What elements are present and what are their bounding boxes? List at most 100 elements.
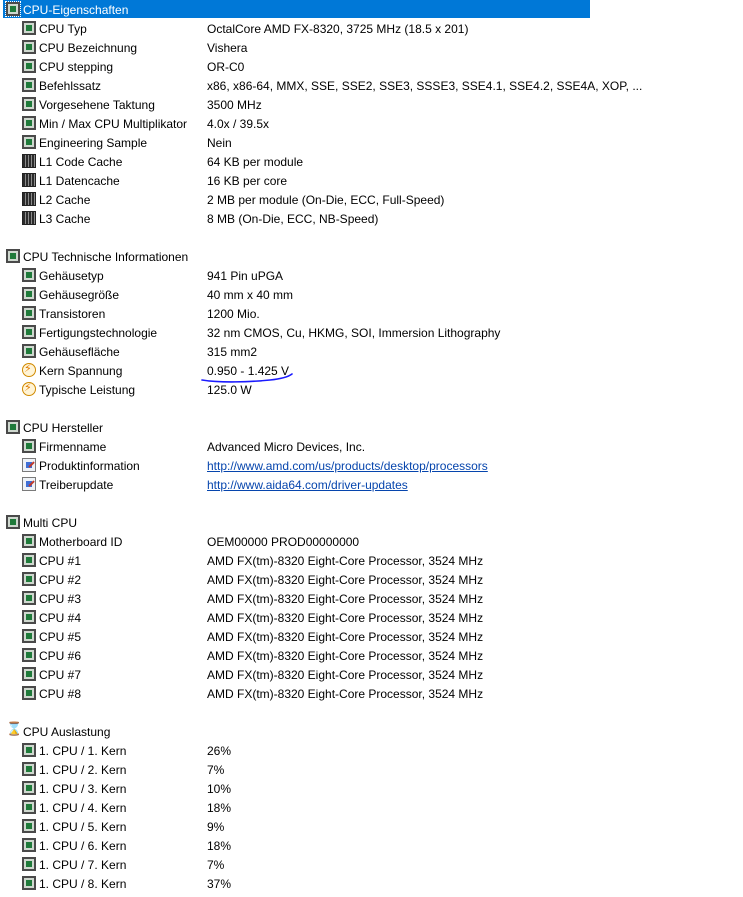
section-cpu-technische-informationen[interactable]: CPU Technische Informationen	[0, 247, 743, 266]
row-l1-datencache[interactable]: L1 Datencache 16 KB per core	[0, 171, 743, 190]
row-cpu-6[interactable]: CPU #6 AMD FX(tm)-8320 Eight-Core Process…	[0, 646, 743, 665]
property-value: AMD FX(tm)-8320 Eight-Core Processor, 35…	[207, 630, 484, 644]
property-value: AMD FX(tm)-8320 Eight-Core Processor, 35…	[207, 554, 484, 568]
handwritten-underline-annotation	[201, 373, 293, 383]
row-cpu-typ[interactable]: CPU Typ OctalCore AMD FX-8320, 3725 MHz (…	[0, 19, 743, 38]
property-label: CPU Bezeichnung	[39, 41, 138, 55]
property-label: L1 Code Cache	[39, 155, 123, 169]
property-label: Produktinformation	[39, 459, 140, 473]
row-gehaeusegroesse[interactable]: Gehäusegröße 40 mm x 40 mm	[0, 285, 743, 304]
row-cpu-bezeichnung[interactable]: CPU Bezeichnung Vishera	[0, 38, 743, 57]
row-befehlssatz[interactable]: Befehlssatz x86, x86-64, MMX, SSE, SSE2, …	[0, 76, 743, 95]
property-label: Typische Leistung	[39, 383, 136, 397]
hourglass-icon	[6, 722, 22, 738]
property-label: Min / Max CPU Multiplikator	[39, 117, 188, 131]
row-produktinformation[interactable]: Produktinformation http://www.amd.com/us/…	[0, 456, 743, 475]
voltage-bolt-icon	[22, 381, 36, 396]
cpu-chip-icon	[22, 762, 36, 776]
row-kern-1[interactable]: 1. CPU / 1. Kern 26%	[0, 741, 743, 760]
property-label: 1. CPU / 6. Kern	[39, 839, 127, 853]
property-value: 7%	[207, 858, 225, 872]
row-fertigungstechnologie[interactable]: Fertigungstechnologie 32 nm CMOS, Cu, HKM…	[0, 323, 743, 342]
cpu-chip-icon	[6, 249, 20, 263]
row-cpu-stepping[interactable]: CPU stepping OR-C0	[0, 57, 743, 76]
memory-module-icon	[22, 154, 36, 168]
property-label: Kern Spannung	[39, 364, 123, 378]
cpu-chip-icon	[22, 78, 36, 92]
row-multiplikator[interactable]: Min / Max CPU Multiplikator 4.0x / 39.5x	[0, 114, 743, 133]
row-kern-4[interactable]: 1. CPU / 4. Kern 18%	[0, 798, 743, 817]
section-label: Multi CPU	[23, 516, 78, 530]
row-kern-2[interactable]: 1. CPU / 2. Kern 7%	[0, 760, 743, 779]
cpu-chip-icon	[22, 534, 36, 548]
row-gehaeusetyp[interactable]: Gehäusetyp 941 Pin uPGA	[0, 266, 743, 285]
property-label: 1. CPU / 2. Kern	[39, 763, 127, 777]
property-value: 64 KB per module	[207, 155, 304, 169]
row-cpu-8[interactable]: CPU #8 AMD FX(tm)-8320 Eight-Core Process…	[0, 684, 743, 703]
property-label: 1. CPU / 5. Kern	[39, 820, 127, 834]
section-cpu-eigenschaften[interactable]: CPU-Eigenschaften	[0, 0, 743, 19]
property-label: Engineering Sample	[39, 136, 148, 150]
property-label: 1. CPU / 7. Kern	[39, 858, 127, 872]
cpu-chip-icon	[22, 876, 36, 890]
property-link[interactable]: http://www.amd.com/us/products/desktop/p…	[207, 459, 488, 473]
property-value: 315 mm2	[207, 345, 258, 359]
property-label: CPU #6	[39, 649, 82, 663]
property-value: AMD FX(tm)-8320 Eight-Core Processor, 35…	[207, 649, 484, 663]
cpu-chip-icon	[22, 116, 36, 130]
row-motherboard-id[interactable]: Motherboard ID OEM00000 PROD00000000	[0, 532, 743, 551]
cpu-chip-icon	[5, 1, 21, 17]
memory-module-icon	[22, 173, 36, 187]
property-value: 2 MB per module (On-Die, ECC, Full-Speed…	[207, 193, 445, 207]
row-vorgesehene-taktung[interactable]: Vorgesehene Taktung 3500 MHz	[0, 95, 743, 114]
web-link-icon	[22, 458, 36, 472]
cpu-chip-icon	[22, 97, 36, 111]
cpu-chip-icon	[22, 781, 36, 795]
property-label: Vorgesehene Taktung	[39, 98, 155, 112]
property-label: 1. CPU / 8. Kern	[39, 877, 127, 891]
section-cpu-auslastung[interactable]: CPU Auslastung	[0, 722, 743, 741]
property-value: OctalCore AMD FX-8320, 3725 MHz (18.5 x …	[207, 22, 469, 36]
property-value: 18%	[207, 839, 232, 853]
property-value: 26%	[207, 744, 232, 758]
row-l3-cache[interactable]: L3 Cache 8 MB (On-Die, ECC, NB-Speed)	[0, 209, 743, 228]
property-label: Gehäusefläche	[39, 345, 120, 359]
row-typische-leistung[interactable]: Typische Leistung 125.0 W	[0, 380, 743, 399]
property-label: L2 Cache	[39, 193, 91, 207]
row-cpu-5[interactable]: CPU #5 AMD FX(tm)-8320 Eight-Core Process…	[0, 627, 743, 646]
row-kern-3[interactable]: 1. CPU / 3. Kern 10%	[0, 779, 743, 798]
property-value: 125.0 W	[207, 383, 252, 397]
section-cpu-hersteller[interactable]: CPU Hersteller	[0, 418, 743, 437]
section-multi-cpu[interactable]: Multi CPU	[0, 513, 743, 532]
property-value: Nein	[207, 136, 232, 150]
row-firmenname[interactable]: Firmenname Advanced Micro Devices, Inc.	[0, 437, 743, 456]
property-link[interactable]: http://www.aida64.com/driver-updates	[207, 478, 408, 492]
row-cpu-7[interactable]: CPU #7 AMD FX(tm)-8320 Eight-Core Process…	[0, 665, 743, 684]
cpu-chip-icon	[22, 648, 36, 662]
row-cpu-1[interactable]: CPU #1 AMD FX(tm)-8320 Eight-Core Process…	[0, 551, 743, 570]
row-kern-8[interactable]: 1. CPU / 8. Kern 37%	[0, 874, 743, 893]
row-cpu-4[interactable]: CPU #4 AMD FX(tm)-8320 Eight-Core Process…	[0, 608, 743, 627]
row-cpu-3[interactable]: CPU #3 AMD FX(tm)-8320 Eight-Core Process…	[0, 589, 743, 608]
row-l1-code-cache[interactable]: L1 Code Cache 64 KB per module	[0, 152, 743, 171]
property-value: 941 Pin uPGA	[207, 269, 284, 283]
property-label: CPU #8	[39, 687, 82, 701]
row-gehaeuseflaeche[interactable]: Gehäusefläche 315 mm2	[0, 342, 743, 361]
property-value: AMD FX(tm)-8320 Eight-Core Processor, 35…	[207, 592, 484, 606]
cpu-chip-icon	[22, 268, 36, 282]
row-kern-7[interactable]: 1. CPU / 7. Kern 7%	[0, 855, 743, 874]
memory-module-icon	[22, 192, 36, 206]
row-cpu-2[interactable]: CPU #2 AMD FX(tm)-8320 Eight-Core Process…	[0, 570, 743, 589]
property-label: Gehäusetyp	[39, 269, 104, 283]
row-engineering-sample[interactable]: Engineering Sample Nein	[0, 133, 743, 152]
row-transistoren[interactable]: Transistoren 1200 Mio.	[0, 304, 743, 323]
cpu-chip-icon	[22, 40, 36, 54]
row-l2-cache[interactable]: L2 Cache 2 MB per module (On-Die, ECC, Fu…	[0, 190, 743, 209]
row-kern-spannung[interactable]: Kern Spannung0.950 - 1.425 V	[0, 361, 743, 380]
cpu-chip-icon	[22, 743, 36, 757]
row-kern-5[interactable]: 1. CPU / 5. Kern 9%	[0, 817, 743, 836]
property-value: OEM00000 PROD00000000	[207, 535, 360, 549]
row-kern-6[interactable]: 1. CPU / 6. Kern 18%	[0, 836, 743, 855]
property-value: Vishera	[207, 41, 248, 55]
row-treiberupdate[interactable]: Treiberupdate http://www.aida64.com/drive…	[0, 475, 743, 494]
